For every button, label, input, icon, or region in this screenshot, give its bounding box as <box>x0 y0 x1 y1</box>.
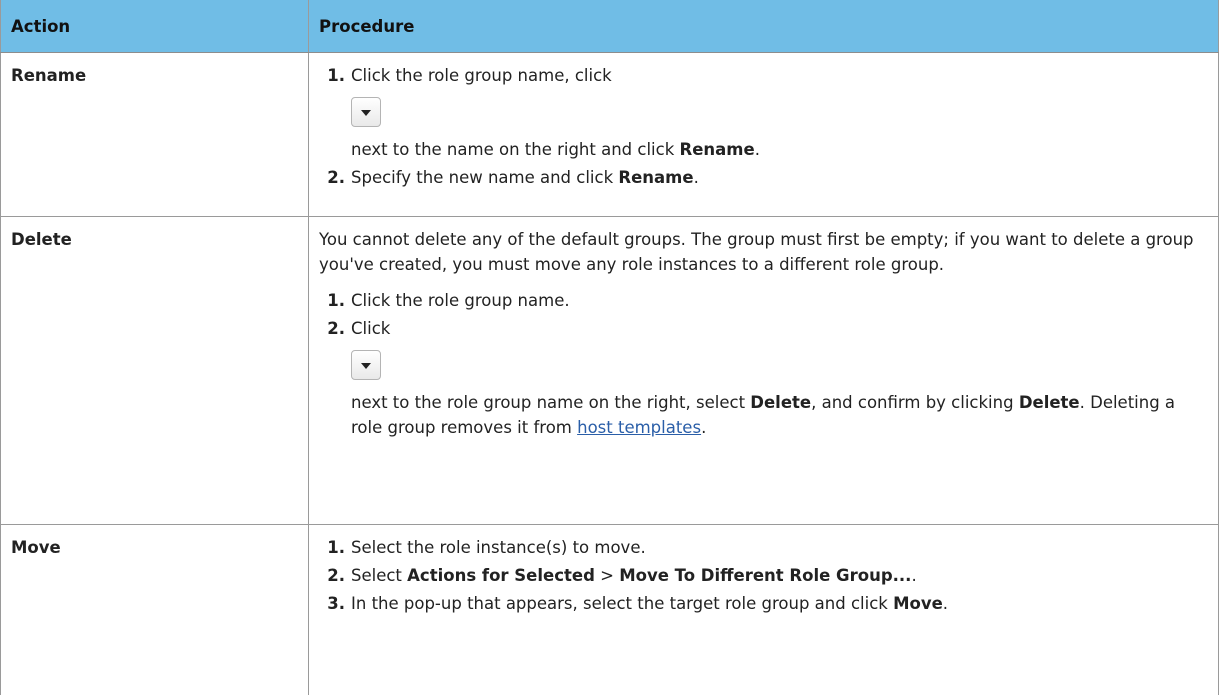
step-text: Click the role group name, click <box>351 66 612 85</box>
step-continuation: next to the name on the right and click … <box>351 137 1210 162</box>
host-templates-link[interactable]: host templates <box>577 418 701 437</box>
list-item: 1. Select the role instance(s) to move. <box>319 535 1210 560</box>
step-text: In the pop-up that appears, select the t… <box>351 594 948 613</box>
step-text: Specify the new name and click Rename. <box>351 168 699 187</box>
actions-table: Action Procedure Rename 1. Click the rol… <box>0 0 1219 695</box>
list-item: 2. Click next to the role group name on … <box>319 316 1210 440</box>
step-number: 1. <box>319 63 345 88</box>
list-item: 3. In the pop-up that appears, select th… <box>319 591 1210 616</box>
step-text: Select the role instance(s) to move. <box>351 538 646 557</box>
action-cell: Delete <box>1 217 309 525</box>
table-row-rename: Rename 1. Click the role group name, cli… <box>1 53 1219 217</box>
intro-paragraph: You cannot delete any of the default gro… <box>319 227 1210 277</box>
procedure-cell: 1. Click the role group name, click next… <box>309 53 1219 217</box>
step-number: 2. <box>319 165 345 190</box>
header-row: Action Procedure <box>1 0 1219 53</box>
step-number: 2. <box>319 316 345 341</box>
action-cell: Rename <box>1 53 309 217</box>
table-row-delete: Delete You cannot delete any of the defa… <box>1 217 1219 525</box>
step-list: 1. Select the role instance(s) to move. … <box>319 535 1210 616</box>
caret-down-icon <box>351 350 381 380</box>
list-item: 1. Click the role group name. <box>319 288 1210 313</box>
procedure-cell: 1. Select the role instance(s) to move. … <box>309 525 1219 695</box>
step-list: 1. Click the role group name. 2. Click n… <box>319 288 1210 440</box>
step-text: Click <box>351 319 390 338</box>
action-cell: Move <box>1 525 309 695</box>
step-text: Click the role group name. <box>351 291 570 310</box>
step-list: 1. Click the role group name, click next… <box>319 63 1210 190</box>
step-number: 3. <box>319 591 345 616</box>
step-text: Select Actions for Selected > Move To Di… <box>351 566 917 585</box>
caret-down-icon <box>351 97 381 127</box>
step-continuation: next to the role group name on the right… <box>351 390 1210 440</box>
table-row-move: Move 1. Select the role instance(s) to m… <box>1 525 1219 695</box>
list-item: 2. Specify the new name and click Rename… <box>319 165 1210 190</box>
list-item: 2. Select Actions for Selected > Move To… <box>319 563 1210 588</box>
step-number: 2. <box>319 563 345 588</box>
list-item: 1. Click the role group name, click next… <box>319 63 1210 162</box>
header-action: Action <box>1 0 309 53</box>
step-number: 1. <box>319 288 345 313</box>
procedure-cell: You cannot delete any of the default gro… <box>309 217 1219 525</box>
header-procedure: Procedure <box>309 0 1219 53</box>
step-number: 1. <box>319 535 345 560</box>
